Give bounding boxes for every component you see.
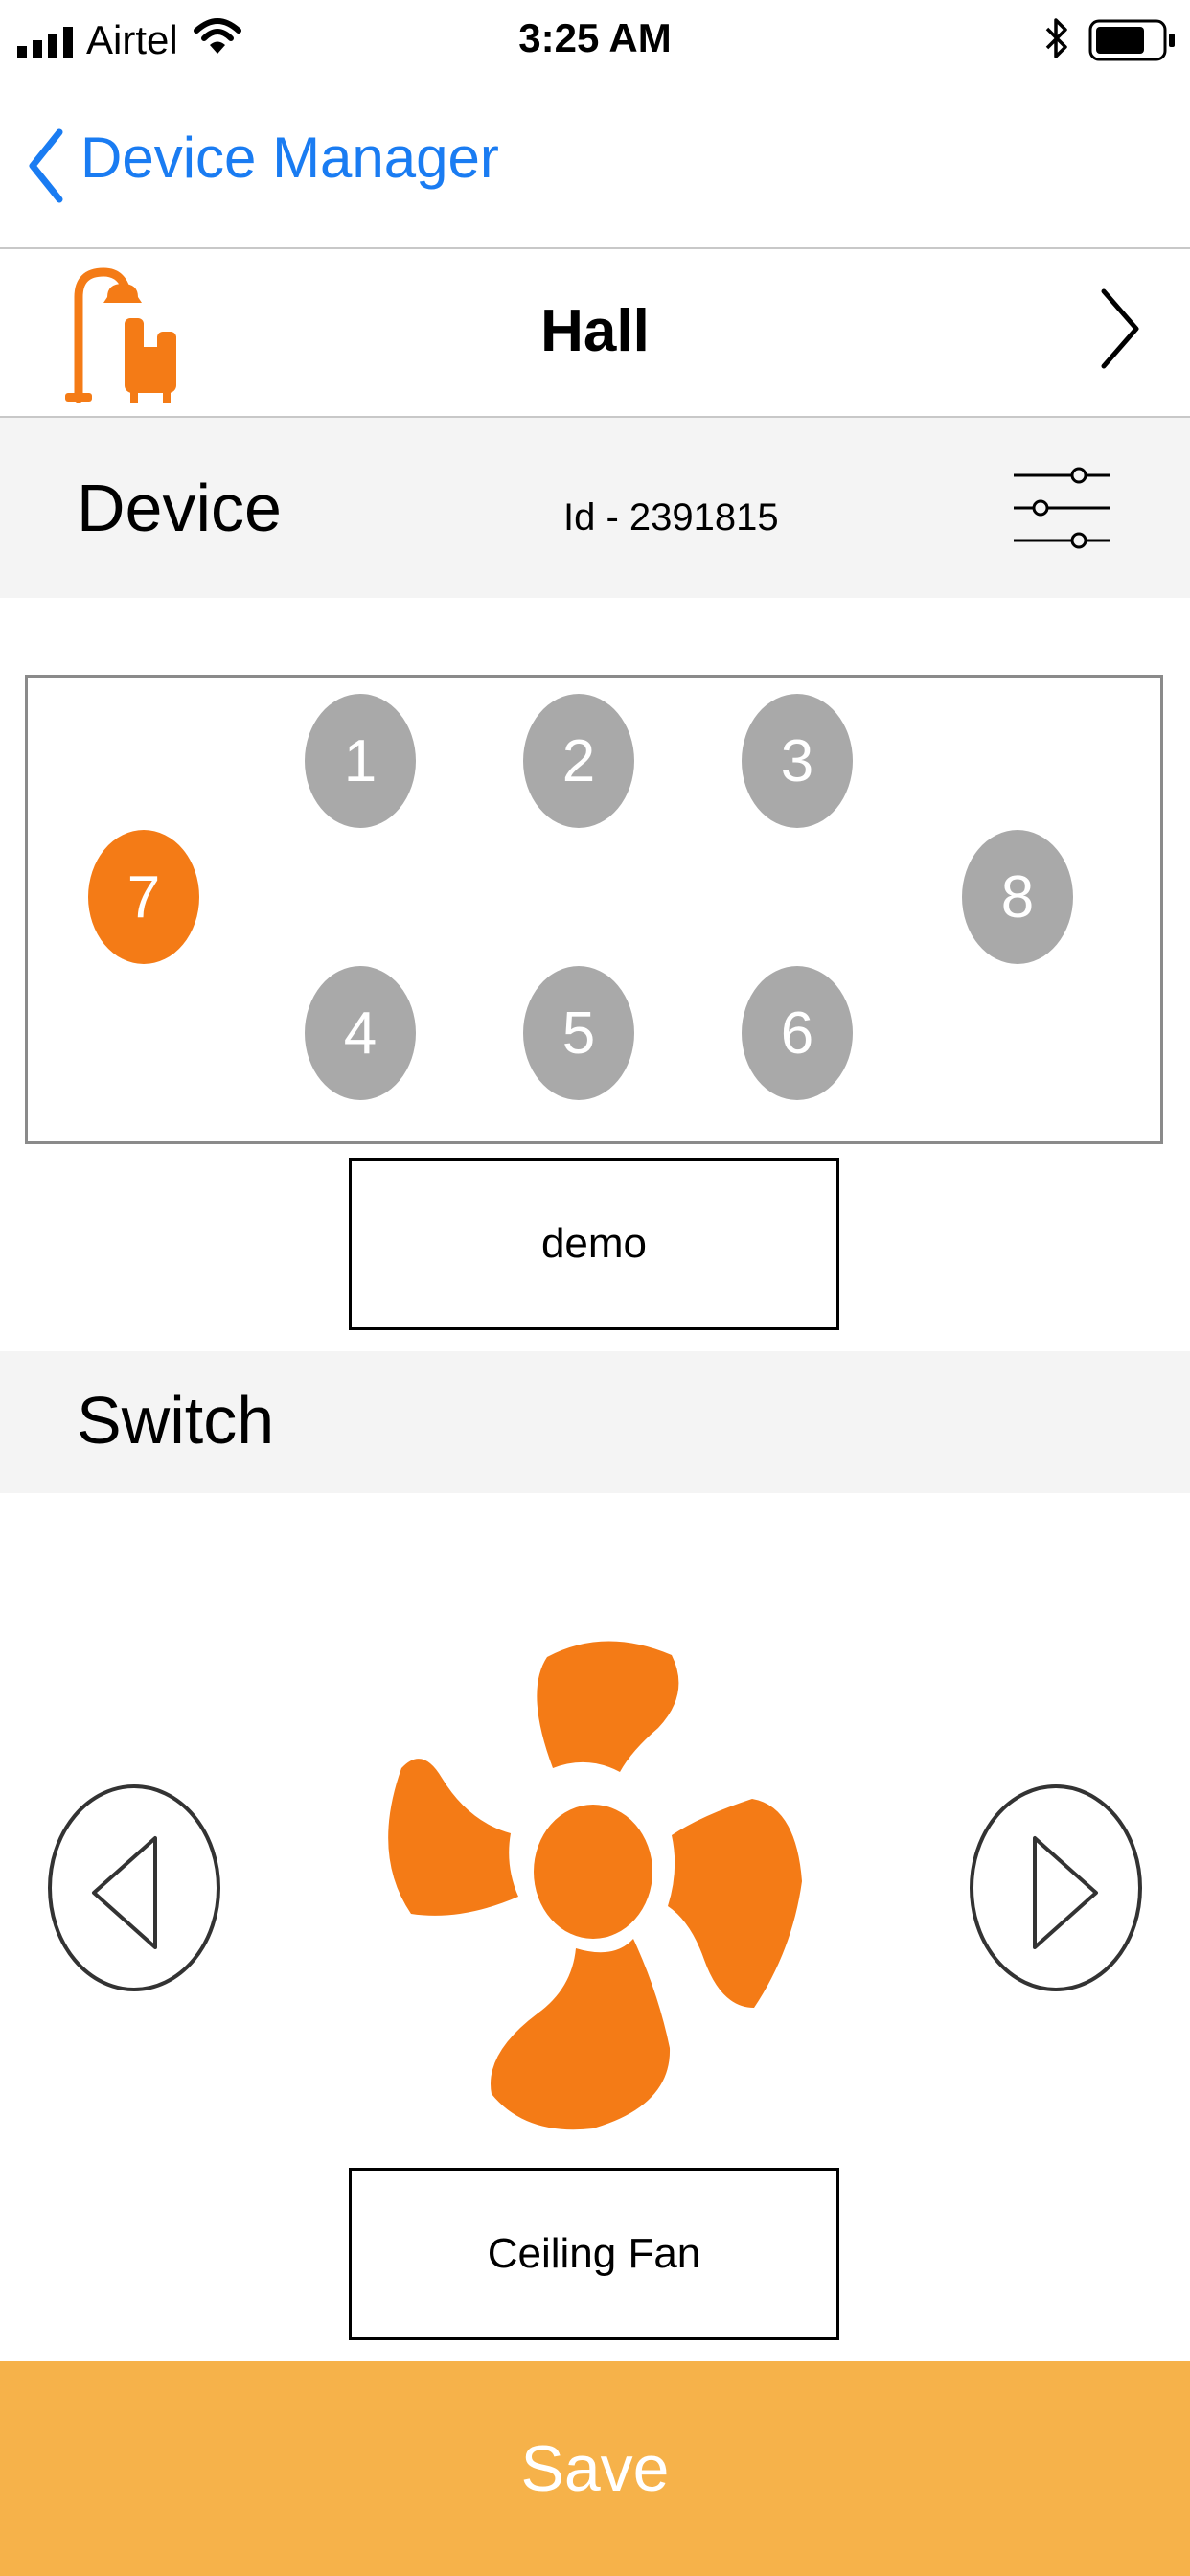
device-id: Id - 2391815 [563,496,779,539]
device-node-2[interactable]: 2 [523,694,634,828]
device-node-7[interactable]: 7 [88,830,199,964]
chevron-right-icon [1101,288,1139,369]
device-node-1[interactable]: 1 [305,694,416,828]
clock: 3:25 AM [518,15,672,60]
device-node-5[interactable]: 5 [523,966,634,1100]
divider [0,247,1190,249]
save-button-label: Save [520,2432,670,2505]
bluetooth-icon [1045,18,1067,58]
back-button-label[interactable]: Device Manager [80,125,499,191]
status-bar: Airtel 3:25 AM [0,0,1190,82]
device-node-3[interactable]: 3 [742,694,853,828]
room-name: Hall [540,298,650,364]
previous-switch-button[interactable] [46,1782,222,1993]
device-section-title: Device [77,471,282,545]
device-node-8[interactable]: 8 [962,830,1073,964]
appliance-name-field[interactable]: Ceiling Fan [349,2168,839,2340]
device-name-field[interactable]: demo [349,1158,839,1330]
device-node-6[interactable]: 6 [742,966,853,1100]
chevron-left-icon [48,1784,220,1991]
next-switch-button[interactable] [968,1782,1144,1993]
chevron-left-icon [29,128,63,203]
switch-section-title: Switch [77,1383,275,1458]
switch-section-header: Switch [0,1351,1190,1493]
next-room-button[interactable] [1065,276,1161,381]
fan-icon [388,1641,802,2130]
device-node-4[interactable]: 4 [305,966,416,1100]
battery-icon [1088,19,1175,61]
chevron-right-icon [970,1784,1142,1991]
save-button[interactable]: Save [0,2361,1190,2576]
settings-sliders-icon[interactable] [1010,460,1113,556]
